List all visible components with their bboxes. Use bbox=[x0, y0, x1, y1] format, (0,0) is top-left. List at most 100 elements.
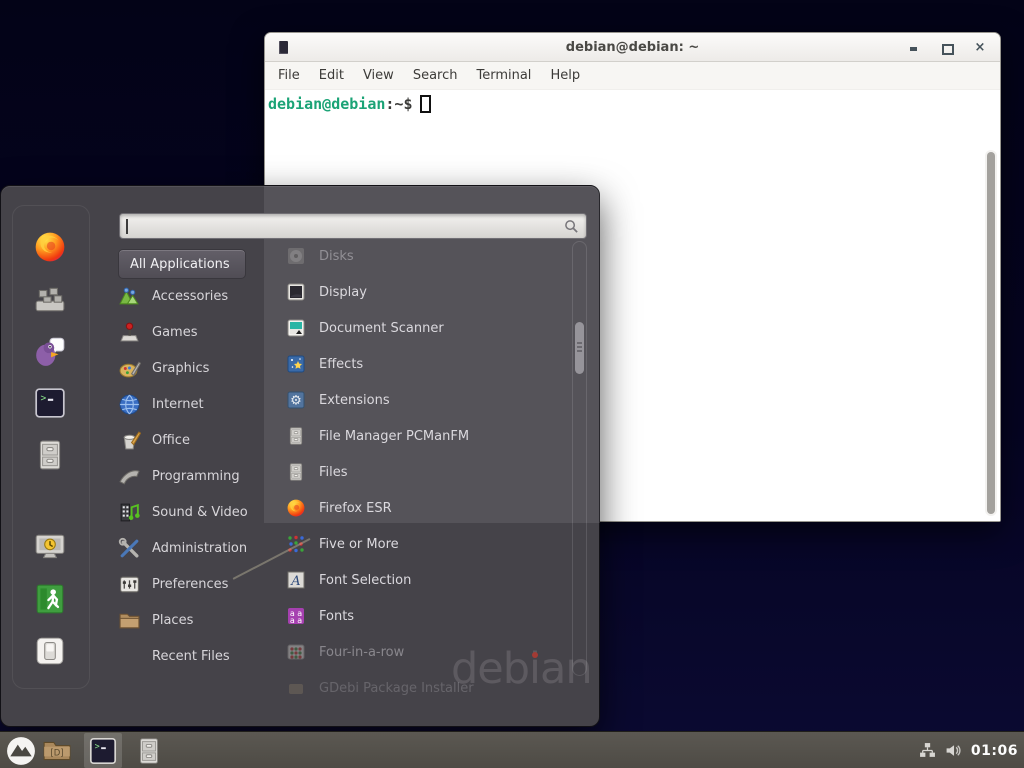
application-menu: debian bbox=[0, 185, 600, 727]
effects-icon bbox=[286, 354, 306, 374]
terminal-cursor bbox=[420, 95, 431, 113]
favorite-shutdown[interactable] bbox=[33, 634, 67, 668]
app-document-scanner[interactable]: Document Scanner bbox=[286, 310, 570, 346]
clock[interactable]: 01:06 bbox=[971, 743, 1018, 759]
maximize-button[interactable] bbox=[941, 42, 953, 54]
search-input[interactable] bbox=[127, 216, 557, 236]
search-icon bbox=[564, 219, 579, 234]
category-label: Games bbox=[152, 325, 197, 340]
document-scanner-icon bbox=[286, 318, 306, 338]
favorite-file-cabinet[interactable] bbox=[33, 438, 67, 472]
file-manager-launcher[interactable]: [D] bbox=[42, 736, 72, 766]
svg-text:>: > bbox=[95, 741, 100, 751]
category-label: Administration bbox=[152, 541, 247, 556]
prompt-suffix: :~$ bbox=[385, 95, 412, 113]
category-label: Internet bbox=[152, 397, 204, 412]
accessories-icon bbox=[118, 285, 141, 308]
file-cabinet-launcher[interactable] bbox=[134, 736, 164, 766]
internet-icon bbox=[118, 393, 141, 416]
category-label: Programming bbox=[152, 469, 240, 484]
fonts-icon: a a a a bbox=[286, 606, 306, 626]
shell-prompt: debian@debian:~$ bbox=[268, 95, 431, 113]
taskbar: [D] > bbox=[0, 731, 1024, 768]
category-games[interactable]: Games bbox=[118, 314, 276, 350]
favorite-screensaver[interactable] bbox=[33, 530, 67, 564]
app-extensions[interactable]: ⚙ Extensions bbox=[286, 382, 570, 418]
app-gdebi-package-installer[interactable]: GDebi Package Installer bbox=[286, 670, 570, 706]
menu-edit[interactable]: Edit bbox=[319, 68, 344, 83]
volume-icon[interactable] bbox=[945, 742, 962, 759]
minimize-button[interactable] bbox=[908, 42, 920, 54]
shutdown-icon bbox=[33, 634, 67, 668]
app-disks[interactable]: Disks bbox=[286, 238, 570, 274]
app-label: Effects bbox=[319, 357, 363, 372]
app-label: Font Selection bbox=[319, 573, 411, 588]
menu-search[interactable]: Search bbox=[413, 68, 458, 83]
graphics-icon bbox=[118, 357, 141, 380]
folder-label: [D] bbox=[50, 748, 63, 758]
terminal-task-button[interactable]: > bbox=[88, 736, 118, 766]
category-internet[interactable]: Internet bbox=[118, 386, 276, 422]
menu-file[interactable]: File bbox=[278, 68, 300, 83]
category-graphics[interactable]: Graphics bbox=[118, 350, 276, 386]
app-files[interactable]: Files bbox=[286, 454, 570, 490]
file-cabinet-icon bbox=[33, 438, 67, 472]
menu-help[interactable]: Help bbox=[550, 68, 580, 83]
search-box bbox=[119, 213, 587, 239]
app-display[interactable]: Display bbox=[286, 274, 570, 310]
app-label: Firefox ESR bbox=[319, 501, 392, 516]
category-label: Recent Files bbox=[152, 649, 230, 664]
programming-icon bbox=[118, 465, 141, 488]
app-font-selection[interactable]: A Font Selection bbox=[286, 562, 570, 598]
category-label: Graphics bbox=[152, 361, 209, 376]
network-icon[interactable] bbox=[919, 742, 936, 759]
category-administration[interactable]: Administration bbox=[118, 530, 276, 566]
favorite-terminal[interactable]: > bbox=[33, 386, 67, 420]
app-label: Extensions bbox=[319, 393, 390, 408]
prompt-user: debian@debian bbox=[268, 95, 385, 113]
menu-view[interactable]: View bbox=[363, 68, 394, 83]
category-all-applications[interactable]: All Applications bbox=[118, 249, 246, 279]
gdebi-icon bbox=[286, 678, 306, 698]
app-list-scrollbar[interactable] bbox=[572, 241, 587, 676]
folder-icon: [D] bbox=[42, 736, 72, 766]
svg-text:⚙: ⚙ bbox=[290, 394, 302, 409]
menu-button[interactable] bbox=[6, 736, 36, 766]
app-label: Disks bbox=[319, 249, 354, 264]
four-in-a-row-icon bbox=[286, 642, 306, 662]
app-effects[interactable]: Effects bbox=[286, 346, 570, 382]
favorite-logout[interactable] bbox=[33, 582, 67, 616]
app-firefox-esr[interactable]: Firefox ESR bbox=[286, 490, 570, 526]
logout-icon bbox=[33, 582, 67, 616]
app-label: Document Scanner bbox=[319, 321, 444, 336]
app-fonts[interactable]: a a a a Fonts bbox=[286, 598, 570, 634]
favorite-package-manager[interactable] bbox=[33, 282, 67, 316]
terminal-window-title: debian@debian: ~ bbox=[265, 40, 1000, 55]
file-cabinet-icon bbox=[286, 462, 306, 482]
app-list-scrollbar-thumb[interactable] bbox=[575, 322, 584, 374]
extensions-icon: ⚙ bbox=[286, 390, 306, 410]
app-five-or-more[interactable]: Five or More bbox=[286, 526, 570, 562]
sound-video-icon bbox=[118, 501, 141, 524]
terminal-scrollbar-thumb[interactable] bbox=[987, 152, 995, 514]
menu-terminal[interactable]: Terminal bbox=[476, 68, 531, 83]
category-label: Preferences bbox=[152, 577, 228, 592]
favorite-firefox[interactable] bbox=[33, 230, 67, 264]
favorite-pidgin[interactable] bbox=[33, 334, 67, 368]
category-preferences[interactable]: Preferences bbox=[118, 566, 276, 602]
terminal-scrollbar[interactable] bbox=[985, 150, 997, 516]
display-icon bbox=[286, 282, 306, 302]
administration-icon bbox=[118, 537, 141, 560]
terminal-titlebar[interactable]: debian@debian: ~ × bbox=[265, 33, 1000, 62]
places-icon bbox=[118, 609, 141, 632]
screensaver-icon bbox=[33, 530, 67, 564]
app-file-manager-pcmanfm[interactable]: File Manager PCManFM bbox=[286, 418, 570, 454]
category-places[interactable]: Places bbox=[118, 602, 276, 638]
category-accessories[interactable]: Accessories bbox=[118, 278, 276, 314]
category-sound-video[interactable]: Sound & Video bbox=[118, 494, 276, 530]
app-four-in-a-row[interactable]: Four-in-a-row bbox=[286, 634, 570, 670]
category-programming[interactable]: Programming bbox=[118, 458, 276, 494]
category-office[interactable]: Office bbox=[118, 422, 276, 458]
category-recent-files[interactable]: Recent Files bbox=[118, 638, 276, 674]
close-button[interactable]: × bbox=[974, 42, 986, 54]
